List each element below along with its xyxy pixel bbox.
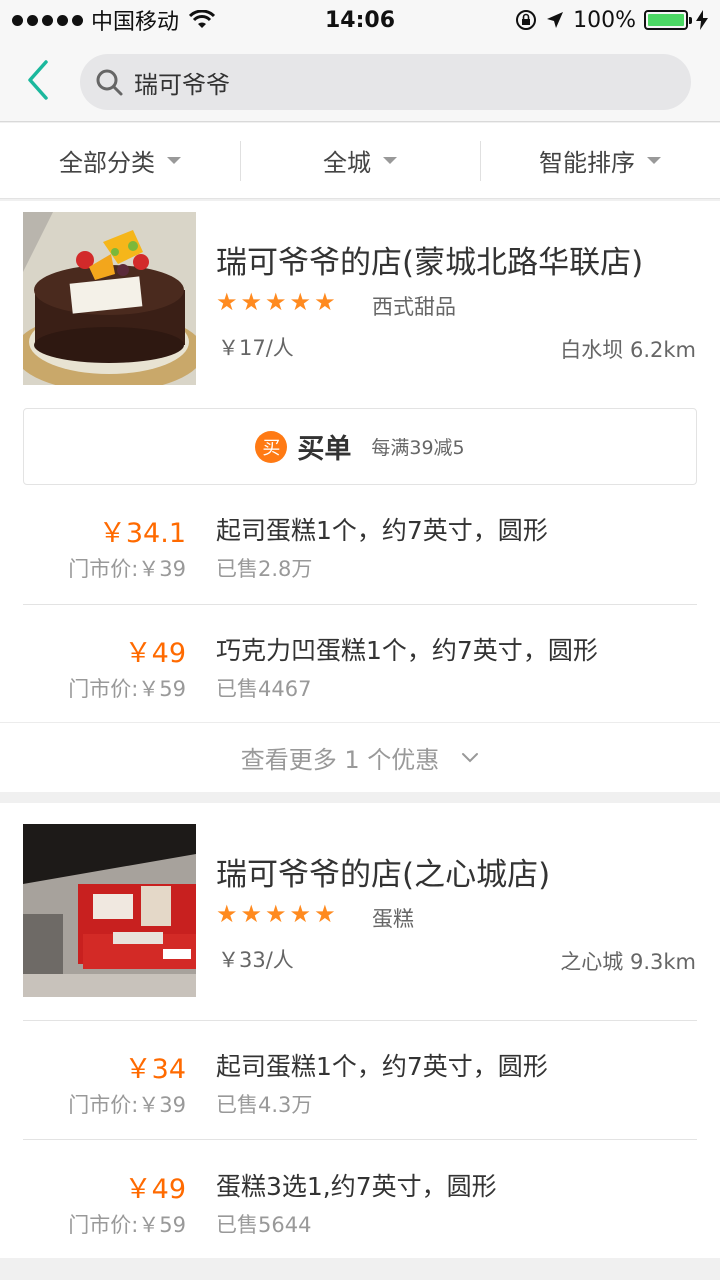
shop-card[interactable]: 瑞可爷爷的店(之心城店) ★ ★ ★ ★ ★ 蛋糕 ￥33/人 之心城 9.3km ￥3… [0, 803, 720, 1258]
deal-title: 起司蛋糕1个，约7英寸，圆形 [216, 516, 548, 545]
deal-price: ￥34 [124, 1054, 186, 1085]
filter-area[interactable]: 全城 [240, 123, 480, 198]
star-icon: ★ [240, 900, 263, 928]
deal-sold-count: 已售4.3万 [216, 1093, 313, 1117]
star-icon: ★ [314, 288, 336, 316]
charging-bolt-icon [696, 10, 708, 30]
rotation-lock-icon [516, 10, 537, 30]
shop-photo-cake [23, 212, 196, 385]
star-rating: ★ ★ ★ ★ ★ [216, 290, 336, 314]
search-input[interactable] [134, 68, 614, 96]
star-rating: ★ ★ ★ ★ ★ [216, 902, 336, 926]
maidan-offer: 每满39减5 [371, 437, 465, 459]
deal-price: ￥34.1 [98, 518, 186, 549]
deal-sold-count: 已售4467 [216, 677, 312, 701]
star-icon: ★ [240, 288, 263, 316]
search-bar[interactable] [80, 54, 691, 110]
deal-price: ￥49 [124, 638, 186, 669]
deal-item[interactable]: ￥34 门市价:￥39 起司蛋糕1个，约7英寸，圆形 已售4.3万 [0, 1041, 720, 1161]
shop-location-distance: 之心城 9.3km [560, 950, 696, 974]
filter-area-label: 全城 [323, 149, 371, 177]
deal-title: 巧克力凹蛋糕1个，约7英寸，圆形 [216, 636, 598, 665]
filter-category-label: 全部分类 [59, 149, 155, 177]
filter-category[interactable]: 全部分类 [0, 123, 240, 198]
show-more-deals-button[interactable]: 查看更多 1 个优惠 [0, 722, 720, 792]
battery-fill [648, 14, 684, 26]
deal-market-price: 门市价:￥59 [68, 1213, 186, 1237]
star-icon: ★ [265, 288, 287, 316]
deal-price: ￥49 [124, 1174, 186, 1205]
star-icon: ★ [289, 900, 312, 928]
star-icon: ★ [216, 288, 238, 316]
divider [23, 604, 697, 605]
shop-name[interactable]: 瑞可爷爷的店(蒙城北路华联店) [216, 237, 643, 282]
caret-down-icon [647, 157, 661, 164]
deal-title: 蛋糕3选1,约7英寸，圆形 [216, 1172, 497, 1201]
star-icon: ★ [265, 900, 287, 928]
signal-strength-icon [12, 14, 83, 26]
filter-sort[interactable]: 智能排序 [480, 123, 720, 198]
star-icon: ★ [216, 900, 238, 928]
deal-title: 起司蛋糕1个，约7英寸，圆形 [216, 1052, 548, 1081]
search-icon [96, 69, 123, 96]
shop-category: 西式甜品 [372, 295, 456, 319]
divider [23, 1020, 697, 1021]
shop-photo-storefront [23, 824, 196, 997]
maidan-icon: 买 [255, 430, 288, 463]
average-price: ￥17/人 [218, 336, 294, 360]
shop-category: 蛋糕 [372, 907, 414, 931]
back-arrow-icon[interactable] [22, 56, 58, 104]
battery-icon [644, 10, 692, 30]
filter-bar: 全部分类 全城 智能排序 [0, 123, 720, 199]
deal-market-price: 门市价:￥59 [68, 677, 186, 701]
star-icon: ★ [314, 900, 336, 928]
deal-sold-count: 已售5644 [216, 1213, 312, 1237]
caret-down-icon [383, 157, 397, 164]
shop-card[interactable]: 瑞可爷爷的店(蒙城北路华联店) ★ ★ ★ ★ ★ 西式甜品 ￥17/人 白水坝 6.2… [0, 201, 720, 792]
shop-name[interactable]: 瑞可爷爷的店(之心城店) [216, 849, 550, 894]
deal-item[interactable]: ￥34.1 门市价:￥39 起司蛋糕1个，约7英寸，圆形 已售2.8万 [0, 505, 720, 625]
carrier-name: 中国移动 [91, 10, 180, 35]
wifi-icon [189, 10, 216, 28]
search-header [0, 40, 720, 122]
shop-location-distance: 白水坝 6.2km [560, 338, 696, 362]
chevron-down-icon [462, 752, 479, 762]
maidan-label: 买单 [297, 434, 352, 465]
battery-percent: 100% [573, 7, 636, 33]
caret-down-icon [167, 157, 181, 164]
deal-market-price: 门市价:￥39 [68, 557, 186, 581]
deal-market-price: 门市价:￥39 [68, 1093, 186, 1117]
show-more-label: 查看更多 1 个优惠 [240, 746, 440, 774]
deal-item[interactable]: ￥49 门市价:￥59 蛋糕3选1,约7英寸，圆形 已售5644 [0, 1161, 720, 1280]
deal-sold-count: 已售2.8万 [216, 557, 313, 581]
divider [23, 1139, 697, 1140]
star-icon: ★ [289, 288, 312, 316]
status-bar: 中国移动 14:06 100% [0, 0, 720, 40]
filter-sort-label: 智能排序 [539, 149, 635, 177]
location-arrow-icon [547, 12, 564, 28]
maidan-button[interactable]: 买 买单 每满39减5 [23, 408, 697, 485]
average-price: ￥33/人 [218, 948, 294, 972]
